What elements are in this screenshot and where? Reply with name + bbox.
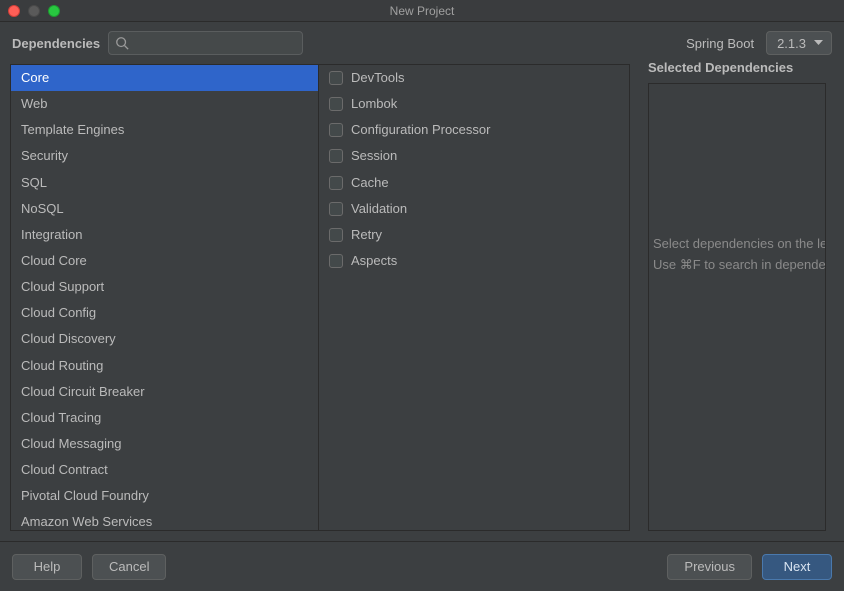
category-item[interactable]: Cloud Tracing	[11, 405, 318, 431]
dependency-label: Aspects	[351, 251, 397, 271]
search-input-wrapper[interactable]	[108, 31, 303, 55]
dependency-checkbox[interactable]	[329, 123, 343, 137]
category-item[interactable]: Amazon Web Services	[11, 509, 318, 531]
dependency-checkbox[interactable]	[329, 176, 343, 190]
dependency-item[interactable]: Configuration Processor	[319, 117, 629, 143]
dependency-label: Validation	[351, 199, 407, 219]
selected-panel: Selected Dependencies Select dependencie…	[630, 64, 834, 531]
dependency-item[interactable]: Session	[319, 143, 629, 169]
header: Dependencies Spring Boot 2.1.3	[0, 22, 844, 64]
spring-boot-version-value: 2.1.3	[777, 36, 806, 51]
category-item[interactable]: Cloud Circuit Breaker	[11, 379, 318, 405]
dependency-label: Retry	[351, 225, 382, 245]
dependency-item[interactable]: Validation	[319, 196, 629, 222]
cancel-button[interactable]: Cancel	[92, 554, 166, 580]
dependency-label: DevTools	[351, 68, 404, 88]
hint-line-1: Select dependencies on the left to add.	[653, 234, 826, 255]
category-item[interactable]: Cloud Discovery	[11, 326, 318, 352]
category-item[interactable]: SQL	[11, 170, 318, 196]
minimize-window-button[interactable]	[28, 5, 40, 17]
dependency-label: Lombok	[351, 94, 397, 114]
dependency-checkbox[interactable]	[329, 97, 343, 111]
dependency-item[interactable]: Retry	[319, 222, 629, 248]
window-title: New Project	[0, 4, 844, 18]
help-button[interactable]: Help	[12, 554, 82, 580]
dependency-checkbox[interactable]	[329, 202, 343, 216]
category-item[interactable]: Core	[11, 65, 318, 91]
search-icon	[115, 36, 129, 50]
dependency-item[interactable]: Aspects	[319, 248, 629, 274]
dependency-label: Cache	[351, 173, 389, 193]
hint-line-2: Use ⌘F to search in dependencies.	[653, 255, 826, 276]
footer: Help Cancel Previous Next	[0, 541, 844, 591]
dependency-checkbox[interactable]	[329, 71, 343, 85]
window-controls	[8, 5, 60, 17]
category-item[interactable]: NoSQL	[11, 196, 318, 222]
category-list[interactable]: CoreWebTemplate EnginesSecuritySQLNoSQLI…	[10, 64, 318, 531]
category-item[interactable]: Pivotal Cloud Foundry	[11, 483, 318, 509]
category-item[interactable]: Cloud Config	[11, 300, 318, 326]
main-content: CoreWebTemplate EnginesSecuritySQLNoSQLI…	[0, 64, 844, 541]
dependency-checkbox[interactable]	[329, 149, 343, 163]
selected-dependencies-box[interactable]: Select dependencies on the left to add. …	[648, 83, 826, 531]
dependency-label: Session	[351, 146, 397, 166]
hint-text: Select dependencies on the left to add. …	[649, 234, 826, 276]
category-item[interactable]: Cloud Support	[11, 274, 318, 300]
category-item[interactable]: Integration	[11, 222, 318, 248]
chevron-down-icon	[814, 40, 823, 46]
search-input[interactable]	[133, 36, 296, 50]
dependency-item[interactable]: Lombok	[319, 91, 629, 117]
dependency-item[interactable]: DevTools	[319, 65, 629, 91]
category-item[interactable]: Cloud Core	[11, 248, 318, 274]
dependencies-label: Dependencies	[12, 36, 100, 51]
spring-boot-version-dropdown[interactable]: 2.1.3	[766, 31, 832, 55]
zoom-window-button[interactable]	[48, 5, 60, 17]
category-item[interactable]: Cloud Messaging	[11, 431, 318, 457]
previous-button[interactable]: Previous	[667, 554, 752, 580]
close-window-button[interactable]	[8, 5, 20, 17]
category-item[interactable]: Cloud Routing	[11, 353, 318, 379]
selected-dependencies-title: Selected Dependencies	[648, 60, 826, 75]
titlebar: New Project	[0, 0, 844, 22]
dependency-checkbox[interactable]	[329, 228, 343, 242]
dependency-checkbox[interactable]	[329, 254, 343, 268]
category-item[interactable]: Security	[11, 143, 318, 169]
next-button[interactable]: Next	[762, 554, 832, 580]
category-item[interactable]: Template Engines	[11, 117, 318, 143]
spring-boot-label: Spring Boot	[686, 36, 754, 51]
dependency-label: Configuration Processor	[351, 120, 490, 140]
category-item[interactable]: Cloud Contract	[11, 457, 318, 483]
category-item[interactable]: Web	[11, 91, 318, 117]
dependency-item[interactable]: Cache	[319, 170, 629, 196]
dependency-list[interactable]: DevTools Lombok Configuration Processor Ses…	[318, 64, 630, 531]
